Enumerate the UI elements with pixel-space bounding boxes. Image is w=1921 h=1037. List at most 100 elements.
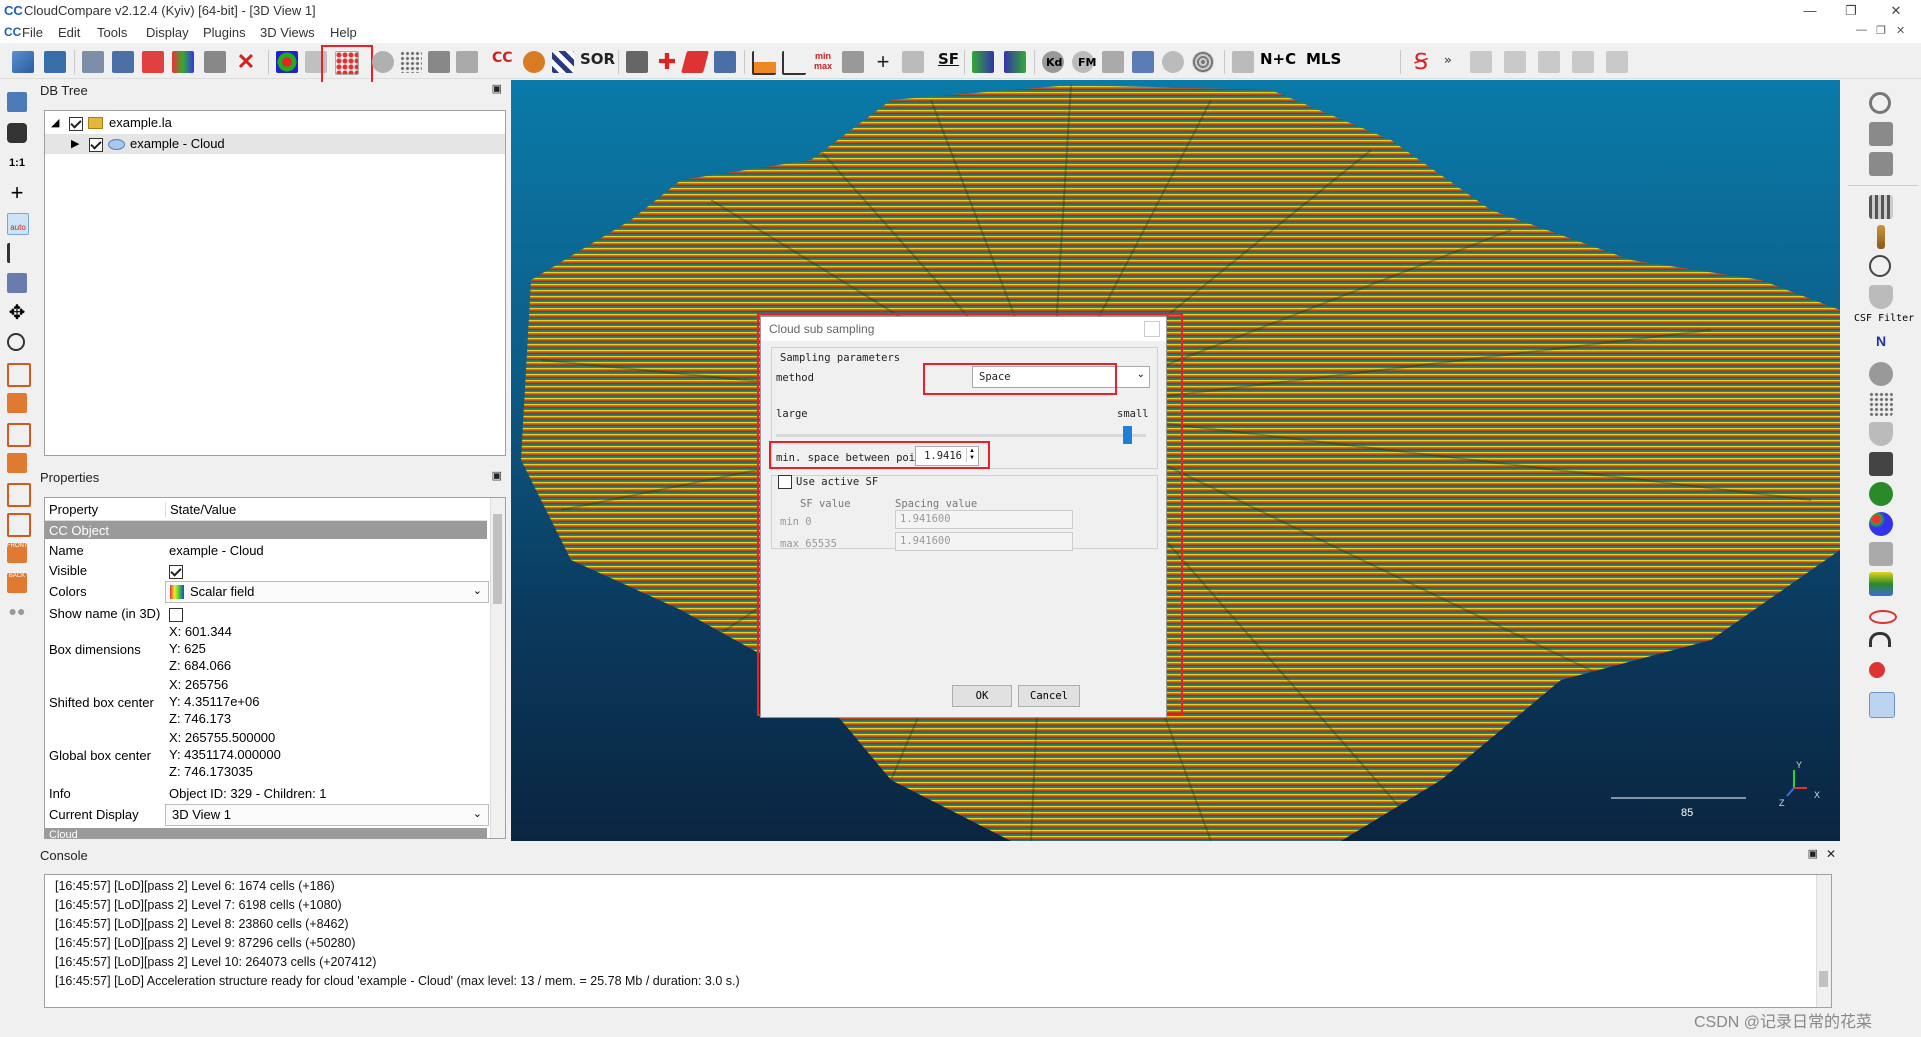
properties-scrollbar[interactable] [490, 498, 505, 838]
ellipse-icon[interactable] [1869, 610, 1897, 624]
plugin-a-icon[interactable] [1102, 51, 1124, 73]
close-button[interactable]: ✕ [1873, 0, 1919, 22]
menu-file[interactable]: File [22, 25, 43, 40]
display-select[interactable]: 3D View 1 ⌄ [165, 804, 489, 826]
segment-icon[interactable] [172, 51, 194, 73]
plugin-b-icon[interactable] [1132, 51, 1154, 73]
brush-icon[interactable] [1877, 225, 1885, 249]
graph-icon[interactable] [1869, 542, 1893, 566]
view-1-icon[interactable] [1470, 51, 1492, 73]
gear-plugin-icon[interactable] [1232, 51, 1254, 73]
sphere-tool-icon[interactable] [372, 51, 394, 73]
histogram-icon[interactable] [752, 51, 776, 75]
restore-button[interactable]: ❐ [1828, 0, 1874, 22]
minimize-button[interactable]: — [1787, 0, 1833, 22]
view-5-icon[interactable] [1606, 51, 1628, 73]
merge-icon[interactable] [276, 51, 298, 73]
view-3-icon[interactable] [1538, 51, 1560, 73]
menu-help[interactable]: Help [330, 25, 357, 40]
view-right-icon[interactable] [7, 483, 31, 507]
scrollbar-thumb[interactable] [1819, 971, 1828, 987]
shield-2-icon[interactable] [1869, 422, 1893, 446]
mdi-restore-button[interactable]: ❐ [1876, 24, 1886, 37]
auto-pivot-button[interactable]: auto [7, 213, 29, 235]
view-top-icon[interactable] [7, 363, 31, 387]
n-plus-c-button[interactable]: N+C [1260, 50, 1296, 68]
canupo-create-icon[interactable] [972, 51, 994, 73]
console-close-icon[interactable]: ✕ [1826, 847, 1836, 861]
scalar-field-button[interactable]: SF [938, 50, 959, 68]
no-entry-icon[interactable] [1869, 92, 1891, 114]
calendar-icon[interactable] [842, 51, 864, 73]
spacing-slider[interactable] [776, 426, 1146, 444]
plugin-rsab-icon[interactable] [1869, 152, 1893, 176]
hpr-icon[interactable] [1869, 362, 1893, 386]
tree-item-file[interactable]: ◢ example.la [45, 113, 505, 133]
sphere-grid-icon[interactable] [1192, 51, 1214, 73]
calculator-icon[interactable] [902, 51, 924, 73]
cancel-button[interactable]: Cancel [1018, 685, 1080, 707]
north-icon[interactable]: N [1876, 333, 1886, 349]
collapse-arrow-icon[interactable]: ▶ [71, 134, 79, 154]
use-sf-checkbox[interactable] [778, 475, 792, 489]
distance-icon[interactable] [456, 51, 478, 73]
pick-rotation-center-icon[interactable] [82, 51, 104, 73]
fm-button[interactable]: FM [1078, 56, 1096, 69]
view-2-icon[interactable] [1504, 51, 1526, 73]
more-tools-icon[interactable]: » [1444, 53, 1452, 67]
list-icon[interactable] [112, 51, 134, 73]
add-sf-icon[interactable]: + [872, 51, 894, 73]
iso-front-button[interactable]: FRONT [7, 543, 28, 563]
iso-back-button[interactable]: BACK [7, 573, 27, 593]
checker-icon[interactable] [552, 51, 574, 73]
colors-select[interactable]: Scalar field ⌄ [165, 581, 489, 603]
curve-tool-icon[interactable]: Ꞩ [1410, 51, 1432, 73]
zoom-icon[interactable] [7, 333, 25, 351]
film-icon[interactable] [1869, 195, 1893, 219]
menu-tools[interactable]: Tools [97, 25, 127, 40]
noise-icon[interactable] [400, 51, 422, 73]
ok-button[interactable]: OK [952, 685, 1012, 707]
properties-undock-icon[interactable]: ▣ [492, 469, 502, 482]
plugin-col-icon[interactable] [1869, 122, 1893, 146]
show-name-checkbox[interactable] [169, 608, 183, 622]
dialog-close-icon[interactable] [1144, 321, 1160, 337]
pcv-icon[interactable] [1869, 452, 1893, 476]
scrollbar-thumb[interactable] [493, 514, 502, 604]
menu-plugins[interactable]: Plugins [203, 25, 246, 40]
cross-section-icon[interactable]: ✚ [656, 51, 678, 73]
rasterize-icon[interactable] [714, 51, 736, 73]
view-left-icon[interactable] [7, 423, 31, 447]
prop-value[interactable]: example - Cloud [169, 543, 264, 558]
stereo-icon[interactable]: ●● [7, 603, 27, 623]
fullscreen-icon[interactable] [7, 92, 27, 112]
perspective-icon[interactable] [7, 273, 27, 293]
zoom-1-1-button[interactable]: 1:1 [7, 153, 27, 173]
compass-icon[interactable] [1869, 255, 1891, 277]
mls-button[interactable]: MLS [1306, 50, 1341, 68]
kd-button[interactable]: Kd [1046, 56, 1062, 69]
layers-icon[interactable] [1869, 572, 1893, 596]
sphere-green-icon[interactable] [1869, 482, 1893, 506]
tree-item-cloud[interactable]: ▶ example - Cloud [45, 134, 505, 154]
view-bottom-icon[interactable] [7, 513, 31, 537]
console-undock-icon[interactable]: ▣ [1808, 847, 1818, 860]
translate-rotate-icon[interactable] [142, 51, 164, 73]
expand-arrow-icon[interactable]: ◢ [51, 113, 59, 133]
move-icon[interactable]: ✥ [7, 303, 27, 323]
view-back-icon[interactable] [7, 453, 27, 473]
slider-thumb[interactable] [1122, 426, 1132, 444]
csf-filter-label[interactable]: CSF Filter [1854, 313, 1914, 324]
visible-checkbox[interactable] [169, 565, 183, 579]
console-scrollbar[interactable] [1816, 875, 1831, 1007]
clone-icon[interactable] [204, 51, 226, 73]
m3c2-icon[interactable] [1869, 392, 1893, 416]
register-icon[interactable] [1869, 662, 1885, 678]
crosshair-icon[interactable]: + [7, 182, 27, 204]
sf-max-spacing-input[interactable]: 1.941600 [895, 532, 1073, 551]
min-max-icon[interactable]: min max [812, 51, 834, 73]
menu-3d-views[interactable]: 3D Views [260, 25, 315, 40]
delete-icon[interactable]: ✕ [235, 51, 257, 73]
sf-min-spacing-input[interactable]: 1.941600 [895, 510, 1073, 529]
rgb-icon[interactable] [1869, 512, 1893, 536]
